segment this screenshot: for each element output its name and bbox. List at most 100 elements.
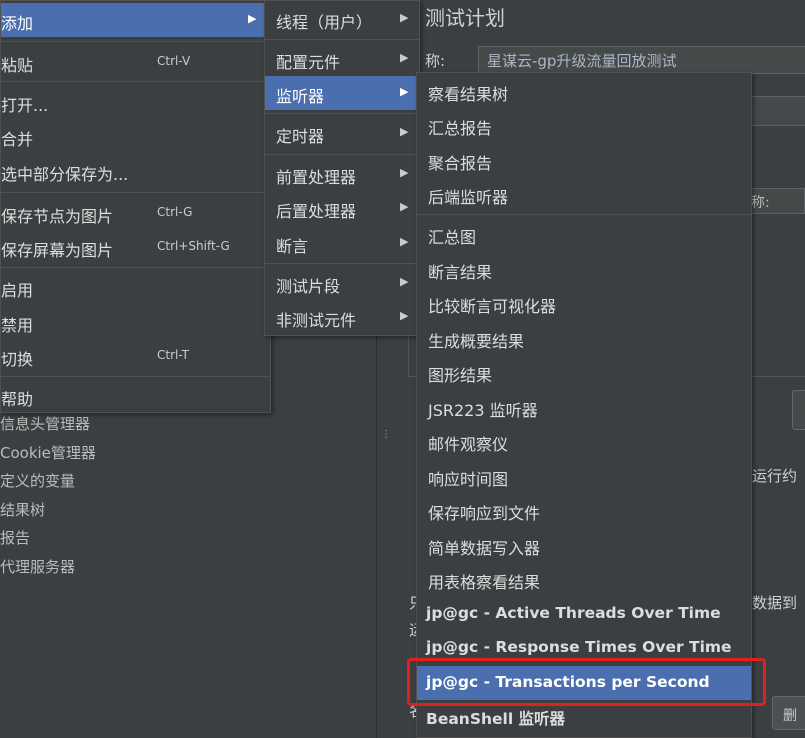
menu-item-label: 前置处理器 [276, 168, 357, 187]
listener-item-view-results-tree[interactable]: 察看结果树 [417, 74, 751, 108]
menu-item-label: 测试片段 [276, 277, 341, 296]
name-input[interactable]: 星谋云-gp升级流量回放测试 [478, 46, 805, 74]
menu-item-label: 断言 [276, 237, 309, 256]
listener-item-comparison-assertion-visualizer[interactable]: 比较断言可视化器 [417, 286, 751, 320]
submenu-arrow-icon: ▶ [400, 275, 409, 288]
highlight-annotation-box [407, 658, 766, 706]
run-option-label: 运行约 [752, 467, 798, 485]
menu-item-label: 汇总图 [428, 228, 477, 247]
listener-item-assertion-results[interactable]: 断言结果 [417, 252, 751, 286]
menu-item-shortcut: Ctrl+Shift-G [157, 239, 230, 253]
menu-item-label: 监听器 [276, 87, 325, 106]
menu-item-label: jp@gc - Active Threads Over Time [426, 604, 721, 622]
submenu-item-post-processor[interactable]: 后置处理器 ▶ [265, 191, 419, 225]
menu-item-merge[interactable]: 合并 [1, 119, 270, 153]
listener-item-view-results-table[interactable]: 用表格察看结果 [417, 562, 751, 596]
menu-item-label: 响应时间图 [428, 470, 509, 489]
submenu-item-config-element[interactable]: 配置元件 ▶ [265, 42, 419, 76]
menu-item-shortcut: Ctrl-V [157, 54, 191, 68]
data-option-label: 数据到 [752, 594, 798, 612]
submenu-item-timer[interactable]: 定时器 ▶ [265, 116, 419, 150]
menu-item-label: 启用 [1, 281, 34, 300]
menu-item-label: 后端监听器 [428, 188, 509, 207]
listener-item-mailer-visualizer[interactable]: 邮件观察仪 [417, 424, 751, 458]
menu-item-help[interactable]: 帮助 [1, 379, 270, 413]
menu-item-label: 切换 [1, 350, 34, 369]
menu-item-label: 打开... [1, 96, 49, 115]
menu-item-label: 保存节点为图片 [1, 207, 114, 226]
submenu-item-thread-group[interactable]: 线程（用户） ▶ [265, 2, 419, 36]
menu-item-label: JSR223 监听器 [428, 401, 538, 420]
menu-item-label: jp@gc - Response Times Over Time [426, 638, 732, 656]
splitter-grip-icon: ⋮ [381, 430, 391, 454]
menu-item-paste[interactable]: 粘贴 Ctrl-V [1, 45, 270, 79]
menu-item-label: 保存屏幕为图片 [1, 241, 114, 260]
listener-item-response-time-graph[interactable]: 响应时间图 [417, 459, 751, 493]
menu-item-label: 帮助 [1, 390, 34, 409]
menu-item-shortcut: Ctrl-G [157, 205, 193, 219]
listener-item-save-responses-to-file[interactable]: 保存响应到文件 [417, 493, 751, 527]
submenu-item-listener[interactable]: 监听器 ▶ [265, 76, 419, 110]
menu-item-save-selection[interactable]: 选中部分保存为... [1, 154, 270, 188]
submenu-item-test-fragment[interactable]: 测试片段 ▶ [265, 266, 419, 300]
menu-item-label: 用表格察看结果 [428, 573, 541, 592]
menu-item-label: 聚合报告 [428, 154, 493, 173]
menu-item-save-screen-image[interactable]: 保存屏幕为图片 Ctrl+Shift-G [1, 230, 270, 264]
menu-item-label: 生成概要结果 [428, 332, 525, 351]
submenu-item-assertion[interactable]: 断言 ▶ [265, 226, 419, 260]
tree-item[interactable]: 结果树 [0, 499, 45, 520]
menu-item-shortcut: Ctrl-T [157, 348, 189, 362]
menu-item-toggle[interactable]: 切换 Ctrl-T [1, 339, 270, 373]
tree-item[interactable]: 报告 [0, 527, 30, 548]
menu-item-save-node-image[interactable]: 保存节点为图片 Ctrl-G [1, 196, 270, 230]
menu-item-label: 比较断言可视化器 [428, 297, 557, 316]
submenu-arrow-icon: ▶ [400, 235, 409, 248]
context-menu: 添加 ▶ 粘贴 Ctrl-V 打开... 合并 选中部分保存为... 保存节点为… [0, 0, 271, 413]
tree-item[interactable]: 代理服务器 [0, 556, 75, 577]
listener-item-summary-graph[interactable]: 汇总图 [417, 217, 751, 251]
menu-item-enable[interactable]: 启用 [1, 270, 270, 304]
menu-item-add[interactable]: 添加 ▶ [1, 3, 270, 37]
tree-item[interactable]: 信息头管理器 [0, 413, 90, 434]
submenu-arrow-icon: ▶ [400, 125, 409, 138]
menu-item-label: 汇总报告 [428, 119, 493, 138]
listener-item-aggregate-report[interactable]: 聚合报告 [417, 143, 751, 177]
page-title: 测试计划 [425, 6, 505, 30]
listener-item-simple-data-writer[interactable]: 简单数据写入器 [417, 528, 751, 562]
delete-button[interactable]: 删 [772, 696, 805, 730]
listener-item-active-threads-over-time[interactable]: jp@gc - Active Threads Over Time [417, 597, 751, 631]
tree-item[interactable]: 定义的变量 [0, 470, 75, 491]
menu-item-label: 线程（用户） [276, 13, 373, 32]
submenu-arrow-icon: ▶ [400, 309, 409, 322]
menu-item-label: 非测试元件 [276, 311, 357, 330]
menu-item-disable[interactable]: 禁用 [1, 305, 270, 339]
menu-item-label: 断言结果 [428, 263, 493, 282]
menu-item-label: 邮件观察仪 [428, 435, 509, 454]
listener-item-graph-results[interactable]: 图形结果 [417, 355, 751, 389]
name-label: 称: [425, 52, 446, 70]
listener-item-backend-listener[interactable]: 后端监听器 [417, 177, 751, 211]
listener-item-summary-report[interactable]: 汇总报告 [417, 108, 751, 142]
menu-item-label: 粘贴 [1, 56, 34, 75]
listener-submenu: 察看结果树 汇总报告 聚合报告 后端监听器 汇总图 断言结果 比较断言可视化器 … [416, 72, 752, 738]
submenu-item-non-test-element[interactable]: 非测试元件 ▶ [265, 300, 419, 334]
submenu-item-pre-processor[interactable]: 前置处理器 ▶ [265, 157, 419, 191]
menu-item-label: 合并 [1, 130, 34, 149]
submenu-arrow-icon: ▶ [400, 85, 409, 98]
menu-item-open[interactable]: 打开... [1, 85, 270, 119]
menu-item-label: BeanShell 监听器 [426, 710, 566, 728]
menu-item-label: 简单数据写入器 [428, 539, 541, 558]
menu-item-label: 图形结果 [428, 366, 493, 385]
menu-item-label: 配置元件 [276, 53, 341, 72]
menu-item-label: 选中部分保存为... [1, 165, 129, 184]
small-button[interactable] [792, 390, 805, 430]
listener-item-jsr223-listener[interactable]: JSR223 监听器 [417, 390, 751, 424]
menu-item-label: 禁用 [1, 316, 34, 335]
variables-header: 称: [748, 188, 805, 214]
tree-panel: 信息头管理器 Cookie管理器 定义的变量 结果树 报告 代理服务器 [0, 405, 375, 738]
submenu-arrow-icon: ▶ [248, 12, 257, 25]
submenu-arrow-icon: ▶ [400, 11, 409, 24]
listener-item-generate-summary-results[interactable]: 生成概要结果 [417, 321, 751, 355]
menu-item-label: 察看结果树 [428, 85, 509, 104]
tree-item[interactable]: Cookie管理器 [0, 442, 96, 463]
